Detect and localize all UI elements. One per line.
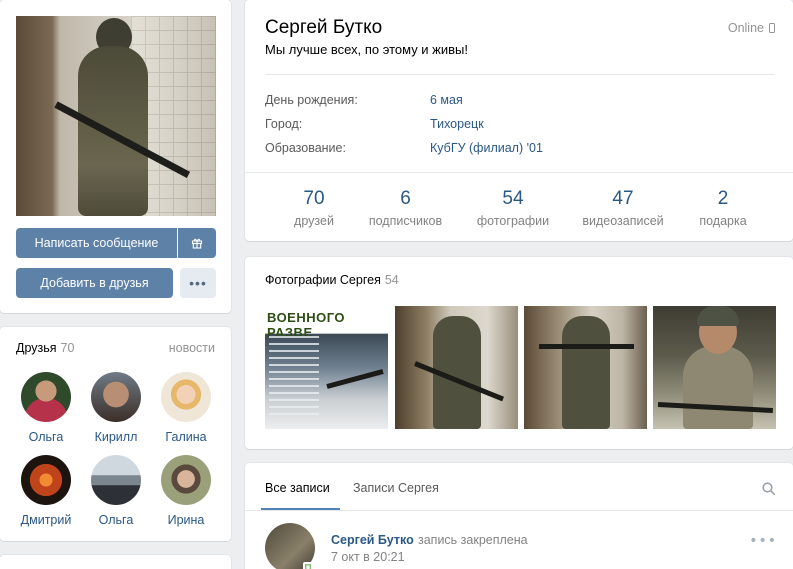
photos-card: Фотографии Сергея 54 ВОЕННОГО РАЗВЕ [245,257,793,449]
counter-caption: видеозаписей [582,214,664,228]
friends-card: Друзья 70 новости Ольга Кирилл Галина Дми… [0,327,231,541]
photo-thumbnail[interactable] [395,306,518,429]
send-gift-button[interactable] [178,228,216,258]
profile-name: Сергей Бутко [265,17,383,38]
counter-followers[interactable]: 6 подписчиков [363,188,448,228]
photos-title: Фотографии Сергея [265,273,381,287]
online-status: Online [728,21,775,35]
send-message-button[interactable]: Написать сообщение [16,228,177,258]
post-more-button[interactable]: ••• [749,533,777,549]
counter-caption: друзей [294,214,334,228]
post-author-name[interactable]: Сергей Бутко [331,533,414,547]
gift-icon [191,238,203,249]
avatar-card: Написать сообщение Добавить в друзья ••• [0,0,231,313]
post-date[interactable]: 7 окт в 20:21 [331,550,405,564]
friend-item[interactable]: Ирина [151,455,221,527]
info-label: Образование: [265,141,346,155]
friends-header[interactable]: Друзья 70 [16,341,74,355]
friends-title: Друзья [16,341,57,355]
counter-friends[interactable]: 70 друзей [289,188,339,228]
friend-item[interactable]: Галина [151,372,221,444]
counter-photos[interactable]: 54 фотографии [473,188,553,228]
friends-count: 70 [60,341,75,355]
friend-avatar [161,455,211,505]
friend-item[interactable]: Дмитрий [11,455,81,527]
friend-item[interactable]: Кирилл [81,372,151,444]
counter-caption: фотографии [476,214,550,228]
counter-caption: подписчиков [368,214,443,228]
friend-name: Ольга [28,430,64,444]
search-icon[interactable] [762,482,775,495]
photos-header[interactable]: Фотографии Сергея 54 [265,273,399,287]
friend-item[interactable]: Ольга [11,372,81,444]
counter-number: 6 [400,188,411,209]
divider [265,74,775,75]
photo-thumbnail[interactable] [524,306,647,429]
friend-item[interactable]: Ольга [81,455,151,527]
friend-name: Ирина [167,513,205,527]
divider [245,510,793,511]
thumbnail-figure [562,316,610,429]
counter-number: 70 [303,188,325,209]
thumbnail-helmet [697,306,739,326]
friend-avatar [161,372,211,422]
friend-avatar [21,455,71,505]
photo-thumbnail[interactable]: ВОЕННОГО РАЗВЕ [265,306,388,429]
left-next-card [0,555,231,569]
friends-news-link[interactable]: новости [169,341,215,355]
info-value-link[interactable]: Тихорецк [430,117,484,131]
divider [245,172,793,173]
profile-info-card: Сергей Бутко Online Мы лучше всех, по эт… [245,0,793,241]
friend-name: Галина [165,430,207,444]
info-value-link[interactable]: 6 мая [430,93,463,107]
thumbnail-rifle [539,344,634,349]
friend-name: Кирилл [94,430,138,444]
more-actions-button[interactable]: ••• [180,268,216,298]
counter-number: 47 [612,188,634,209]
online-label: Online [727,21,764,35]
info-label: День рождения: [265,93,358,107]
wall-card: Все записи Записи Сергея Сергей Бутко за… [245,463,793,569]
thumbnail-figure [683,346,753,429]
counter-videos[interactable]: 47 видеозаписей [577,188,669,228]
photo-thumbnail[interactable] [653,306,776,429]
counter-number: 2 [717,188,729,209]
profile-status[interactable]: Мы лучше всех, по этому и живы! [265,42,468,57]
friend-avatar [91,455,141,505]
info-value-link[interactable]: КубГУ (филиал) '01 [430,141,543,155]
tab-own-posts[interactable]: Записи Сергея [353,481,439,495]
counter-gifts[interactable]: 2 подарка [693,188,753,228]
friend-name: Дмитрий [20,513,72,527]
counter-number: 54 [502,188,524,209]
add-friend-button[interactable]: Добавить в друзья [16,268,173,298]
friend-avatar [91,372,141,422]
mobile-phone-icon [769,23,775,33]
thumbnail-text-lines [269,336,319,416]
post-pinned-label: запись закреплена [418,533,528,547]
friend-name: Ольга [98,513,134,527]
counter-caption: подарка [699,214,747,228]
profile-photo[interactable] [16,16,216,216]
mobile-online-icon [303,562,313,569]
thumbnail-rifle [326,369,384,389]
info-label: Город: [265,117,303,131]
photos-count: 54 [384,273,399,287]
tab-all-posts[interactable]: Все записи [265,481,330,495]
friend-avatar [21,372,71,422]
